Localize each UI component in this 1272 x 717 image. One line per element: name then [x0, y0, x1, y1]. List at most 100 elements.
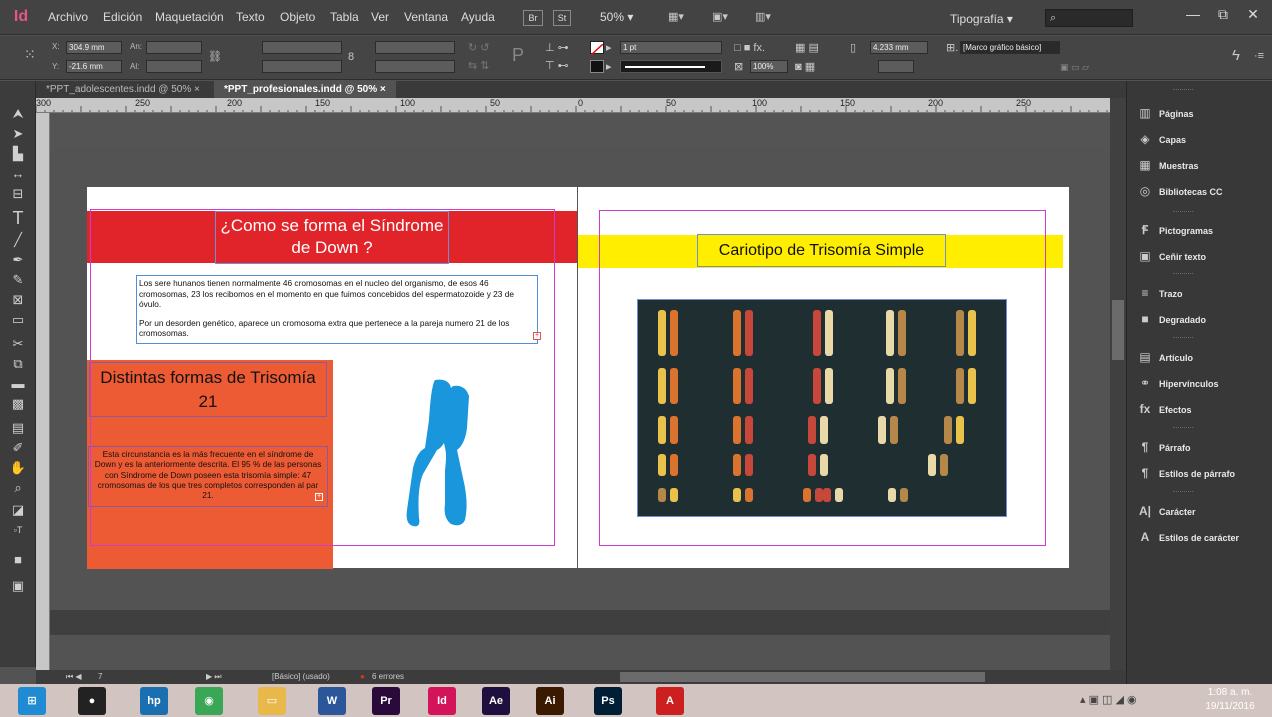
align-icons[interactable]: ◙ ▦ [795, 61, 815, 73]
menu-objeto[interactable]: Objeto [280, 0, 315, 35]
taskbar-word[interactable]: W [318, 687, 346, 715]
tab-close-icon[interactable]: × [194, 84, 200, 95]
menu-edicion[interactable]: Edición [103, 0, 142, 35]
taskbar-clock[interactable]: 1:08 a. m. 19/11/2016 [1188, 686, 1272, 714]
taskbar-after-effects[interactable]: Ae [482, 687, 510, 715]
close-button[interactable]: ✕ [1238, 4, 1268, 26]
preflight-error-icon[interactable]: ● [360, 670, 365, 684]
scissors-tool-icon[interactable]: ✂ [8, 335, 28, 353]
stroke-swatch[interactable] [590, 60, 604, 73]
lightning-icon[interactable]: ϟ [1232, 48, 1240, 63]
gradient-feather-tool-icon[interactable]: ▩ [8, 395, 28, 413]
panel-item-stroke[interactable]: ≡ Trazo [1135, 283, 1182, 303]
taskbar-media-player[interactable]: ● [78, 687, 106, 715]
horizontal-ruler[interactable]: 300 250 200 150 100 50 0 50 100 150 200 … [36, 98, 1110, 113]
panel-item-layers[interactable]: ◈ Capas [1135, 129, 1186, 149]
tab-ppt-adolescentes[interactable]: *PPT_adolescentes.indd @ 50% × [36, 81, 210, 98]
view-options-icon[interactable]: ▦▾ [668, 11, 684, 23]
direct-selection-tool-icon[interactable]: ➤ [8, 125, 28, 143]
line-tool-icon[interactable]: ╱ [8, 231, 28, 249]
x-position-field[interactable]: 304.9 mm [66, 41, 122, 54]
rectangle-frame-tool-icon[interactable]: ⊠ [8, 291, 28, 309]
arrange-documents-icon[interactable]: ▥▾ [755, 11, 771, 23]
columns-dropdown[interactable] [878, 60, 914, 73]
scale-y-field[interactable] [262, 60, 342, 73]
menu-maquetacion[interactable]: Maquetación [155, 0, 224, 35]
type-tool-icon[interactable]: T [8, 209, 28, 227]
panel-item-character[interactable]: A| Carácter [1135, 501, 1196, 521]
formatting-affects-icon[interactable]: ▫T [8, 521, 28, 539]
panel-item-paragraph-styles[interactable]: ¶ Estilos de párrafo [1135, 463, 1235, 483]
text-wrap-icons[interactable]: ▦ ▤ [795, 42, 819, 54]
tab-close-icon[interactable]: × [380, 84, 386, 95]
restore-button[interactable]: ⧉ [1208, 4, 1238, 26]
stroke-type-dropdown[interactable] [620, 60, 722, 73]
rotate-cw-icon[interactable]: ↻ ↺ [468, 42, 490, 54]
system-tray-icons[interactable]: ▴ ▣ ◫ ◢ ◉ [1080, 693, 1137, 706]
menu-texto[interactable]: Texto [236, 0, 265, 35]
vertical-scroll-thumb[interactable] [1112, 300, 1124, 360]
panel-item-article[interactable]: ▤ Artículo [1135, 347, 1193, 367]
constrain-scale-icon[interactable]: 8 [348, 51, 354, 63]
scale-x-field[interactable] [262, 41, 342, 54]
tab-ppt-profesionales[interactable]: *PPT_profesionales.indd @ 50% × [214, 81, 396, 98]
pen-tool-icon[interactable]: ✒ [8, 251, 28, 269]
panel-item-pages[interactable]: ▥ Páginas [1135, 103, 1193, 123]
object-style-dropdown[interactable]: [Marco gráfico básico] [960, 41, 1060, 54]
rectangle-tool-icon[interactable]: ▭ [8, 311, 28, 329]
pencil-tool-icon[interactable]: ✎ [8, 271, 28, 289]
zoom-dropdown[interactable]: 50% ▾ [600, 0, 633, 35]
eyedropper-tool-icon[interactable]: ✐ [8, 439, 28, 457]
taskbar-photoshop[interactable]: Ps [594, 687, 622, 715]
vertical-ruler[interactable] [36, 113, 50, 670]
panel-item-swatches[interactable]: ▦ Muestras [1135, 155, 1198, 175]
selection-tool-icon[interactable]: ⮝ [8, 105, 28, 123]
horizontal-scroll-thumb[interactable] [620, 672, 985, 682]
select-content-icon[interactable]: ⊤ ⊷ [545, 60, 569, 72]
content-collector-icon[interactable]: ⊟ [8, 185, 28, 203]
menu-tabla[interactable]: Tabla [330, 0, 359, 35]
zoom-tool-icon[interactable]: ⌕ [8, 479, 28, 497]
auto-fit-icon[interactable]: ▯ [850, 42, 856, 54]
taskbar-hp-app[interactable]: hp [140, 687, 168, 715]
panel-item-cc-libraries[interactable]: ◎ Bibliotecas CC [1135, 181, 1223, 201]
gap-tool-icon[interactable]: ↔ [8, 165, 28, 183]
search-input[interactable]: ⌕ [1045, 9, 1133, 27]
opacity-field[interactable]: 100% [750, 60, 788, 73]
bridge-button[interactable]: Br [523, 10, 543, 26]
minimize-button[interactable]: — [1178, 4, 1208, 26]
taskbar-chrome[interactable]: ◉ [195, 687, 223, 715]
panel-item-effects[interactable]: fx Efectos [1135, 399, 1192, 419]
style-options-icon[interactable]: ▣ ▭ ▱ [1060, 61, 1089, 73]
screen-mode-icon[interactable]: ▣▾ [712, 11, 728, 23]
offset-field[interactable]: 4.233 mm [870, 41, 928, 54]
fill-dropdown-icon[interactable]: ▸ [606, 42, 612, 54]
constrain-proportions-icon[interactable]: ⛓ [208, 51, 222, 63]
page-nav-next-icon[interactable]: ▶ ⏭ [206, 670, 222, 684]
screen-mode-tool-icon[interactable]: ■ [8, 551, 28, 569]
stroke-dropdown-icon[interactable]: ▸ [606, 61, 612, 73]
flip-icon[interactable]: ⇆ ⇅ [468, 60, 490, 72]
panel-item-paragraph[interactable]: ¶ Párrafo [1135, 437, 1191, 457]
page-nav-first-icon[interactable]: ⏮ ◀ [66, 670, 82, 684]
y-position-field[interactable]: -21.6 mm [66, 60, 122, 73]
stock-button[interactable]: St [553, 10, 571, 26]
preflight-errors[interactable]: 6 errores [372, 670, 404, 684]
page-tool-icon[interactable]: ▙ [8, 145, 28, 163]
page-number-field[interactable]: 7 [98, 670, 102, 684]
width-field[interactable] [146, 41, 202, 54]
select-container-icon[interactable]: ⊥ ⊶ [545, 42, 569, 54]
note-tool-icon[interactable]: ▤ [8, 419, 28, 437]
preview-mode-icon[interactable]: ▣ [8, 577, 28, 595]
rotation-field[interactable] [375, 41, 455, 54]
panel-item-text-wrap[interactable]: ▣ Ceñir texto [1135, 246, 1206, 266]
reference-point-icon[interactable]: ⁙ [24, 47, 36, 61]
menu-ver[interactable]: Ver [371, 0, 389, 35]
panel-item-character-styles[interactable]: A Estilos de carácter [1135, 527, 1239, 547]
menu-ayuda[interactable]: Ayuda [461, 0, 495, 35]
panel-item-glyphs[interactable]: Ꞙ Pictogramas [1135, 220, 1213, 240]
master-page-label[interactable]: [Básico] (usado) [272, 670, 330, 684]
height-field[interactable] [146, 60, 202, 73]
menu-archivo[interactable]: Archivo [48, 0, 88, 35]
shear-field[interactable] [375, 60, 455, 73]
